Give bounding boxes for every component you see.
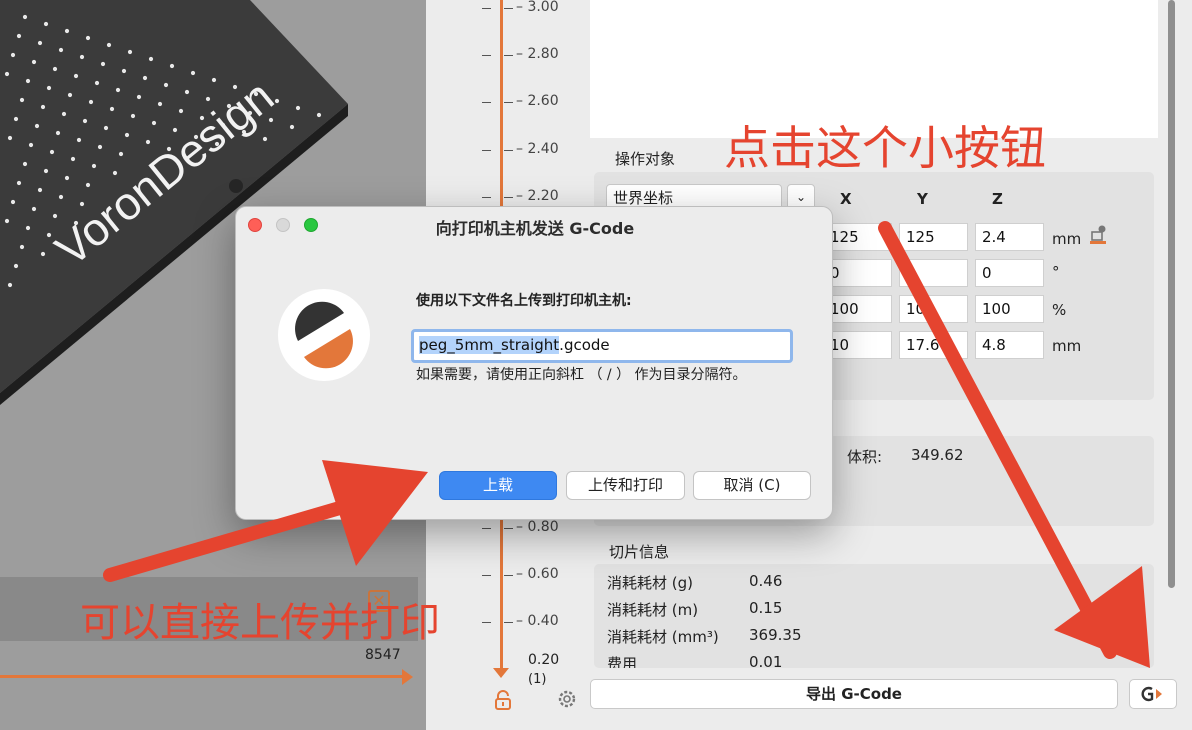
rotation-z-field[interactable]: 0 — [975, 259, 1044, 287]
ruler-tick — [504, 55, 513, 56]
slice-info-value: 0.15 — [749, 599, 783, 617]
ruler-tick — [504, 197, 513, 198]
ruler-tick — [504, 575, 513, 576]
ruler-tick — [504, 622, 513, 623]
position-x-field[interactable]: 125 — [823, 223, 892, 251]
slice-info-label: 费用 — [607, 655, 638, 668]
ruler-tick-label: – 0.60 — [516, 566, 559, 582]
size-x-field[interactable]: 10 — [823, 331, 892, 359]
ruler-tick — [504, 528, 513, 529]
position-z-field[interactable]: 2.4 — [975, 223, 1044, 251]
gear-icon[interactable] — [556, 688, 578, 710]
scale-z-field[interactable]: 100 — [975, 295, 1044, 323]
rotation-unit: ° — [1052, 263, 1060, 281]
dialog-prompt: 使用以下文件名上传到打印机主机: — [416, 293, 632, 309]
volume-value: 349.62 — [911, 446, 964, 464]
filename-input[interactable]: peg_5mm_straight.gcode — [411, 329, 793, 363]
prusaslicer-logo-icon — [278, 289, 370, 381]
export-gcode-button[interactable]: 导出 G-Code — [590, 679, 1118, 709]
ruler-tick — [504, 150, 513, 151]
upload-and-print-button[interactable]: 上传和打印 — [566, 471, 685, 500]
object-section-title: 操作对象 — [615, 150, 676, 168]
ruler-tick — [482, 575, 491, 576]
scale-x-field[interactable]: 100 — [823, 295, 892, 323]
scrollbar-thumb[interactable] — [1168, 0, 1175, 588]
drop-to-bed-icon[interactable] — [1087, 224, 1109, 246]
horizontal-slider-value: 8547 — [365, 647, 401, 663]
ruler-tick-label: – 2.40 — [516, 141, 559, 157]
upload-button[interactable]: 上载 — [439, 471, 557, 500]
position-y-field[interactable]: 125 — [899, 223, 968, 251]
ruler-tick — [482, 8, 491, 9]
send-to-printer-button[interactable] — [1129, 679, 1177, 709]
horizontal-move-slider[interactable] — [0, 675, 410, 678]
slice-info-value: 0.01 — [749, 653, 783, 668]
ruler-tick — [482, 55, 491, 56]
ruler-tick-label: – 2.80 — [516, 46, 559, 62]
ruler-tick — [482, 622, 491, 623]
right-panel-scrollbar[interactable] — [1166, 0, 1176, 588]
size-y-field[interactable]: 17.6 — [899, 331, 968, 359]
scale-unit: % — [1052, 301, 1067, 319]
send-gcode-icon — [1141, 686, 1162, 702]
rotation-x-field[interactable]: 0 — [823, 259, 892, 287]
send-gcode-dialog: 向打印机主机发送 G-Code 使用以下文件名上传到打印机主机: peg_5mm… — [235, 206, 833, 520]
ruler-tick-label: – 0.80 — [516, 519, 559, 535]
volume-label: 体积: — [847, 448, 883, 466]
size-unit: mm — [1052, 337, 1082, 355]
unlock-icon[interactable] — [494, 690, 512, 710]
ruler-tick-label: – 2.20 — [516, 188, 559, 204]
ruler-tick-label: – 2.60 — [516, 93, 559, 109]
ruler-tick-label: – 3.00 — [516, 0, 559, 15]
cancel-button[interactable]: 取消 (C) — [693, 471, 811, 500]
ruler-tick — [482, 150, 491, 151]
layer-slider-thumb[interactable] — [493, 668, 509, 678]
ruler-tick-label: – 0.40 — [516, 613, 559, 629]
ruler-tick — [482, 528, 491, 529]
filename-selected-text: peg_5mm_straight — [419, 336, 560, 354]
ruler-tick — [482, 197, 491, 198]
filename-extension: .gcode — [559, 336, 610, 354]
horizontal-slider-thumb[interactable] — [402, 669, 413, 685]
scale-y-field[interactable]: 10 — [899, 295, 968, 323]
slice-info-group: 消耗耗材 (g) 0.46 消耗耗材 (m) 0.15 消耗耗材 (mm³) 3… — [594, 564, 1154, 668]
legend-close-icon[interactable]: ✕ — [368, 590, 390, 612]
position-unit: mm — [1052, 230, 1082, 248]
legend-panel — [0, 577, 418, 641]
object-list-panel — [590, 0, 1158, 138]
layer-slider-bottom-count: (1) — [528, 672, 547, 687]
layer-slider-bottom-value: 0.20 — [528, 652, 560, 668]
size-z-field[interactable]: 4.8 — [975, 331, 1044, 359]
slice-info-value: 0.46 — [749, 572, 783, 590]
rotation-y-field[interactable] — [899, 259, 968, 287]
slice-info-value: 369.35 — [749, 626, 802, 644]
dialog-title: 向打印机主机发送 G-Code — [435, 219, 635, 238]
slice-info-label: 消耗耗材 (mm³) — [607, 628, 719, 646]
axis-x-header: X — [840, 190, 852, 208]
axis-z-header: Z — [992, 190, 1003, 208]
ruler-tick — [504, 8, 513, 9]
axis-y-header: Y — [917, 190, 928, 208]
ruler-tick — [504, 102, 513, 103]
slice-info-label: 消耗耗材 (m) — [607, 601, 699, 619]
dialog-hint: 如果需要，请使用正向斜杠 （ / ） 作为目录分隔符。 — [416, 367, 747, 383]
slice-info-label: 消耗耗材 (g) — [607, 574, 693, 592]
ruler-tick — [482, 102, 491, 103]
slice-section-title: 切片信息 — [609, 543, 670, 561]
